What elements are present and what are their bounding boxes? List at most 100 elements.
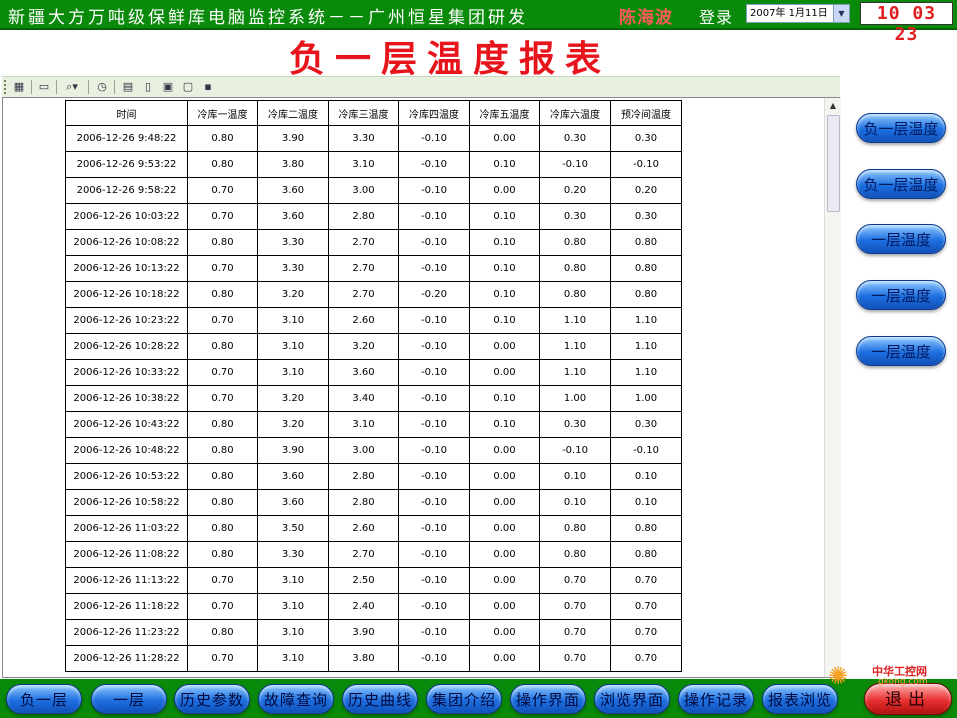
temperature-cell: 0.10 xyxy=(469,203,540,230)
temperature-cell: -0.10 xyxy=(398,307,470,334)
temperature-cell: -0.10 xyxy=(398,125,470,152)
temperature-cell: 3.10 xyxy=(328,411,399,438)
table-row: 2006-12-26 10:23:22 0.70 3.10 2.60 -0.10 0.10… xyxy=(65,307,682,334)
report-viewer[interactable]: 时间 冷库一温度 冷库二温度 冷库三温度 冷库四温度 冷库五温度 冷库六温度 预冷间温度 20… xyxy=(2,97,840,678)
chevron-down-icon[interactable]: ▼ xyxy=(833,5,849,22)
temperature-cell: 0.30 xyxy=(610,203,682,230)
timestamp-cell: 2006-12-26 10:48:22 xyxy=(65,437,188,464)
temperature-cell: 0.00 xyxy=(469,125,540,152)
temperature-cell: -0.10 xyxy=(398,151,470,178)
nav-button-fault-query[interactable]: 故障查询 xyxy=(258,684,334,714)
temperature-cell: 0.70 xyxy=(610,619,682,646)
nav-button-history-params[interactable]: 历史参数 xyxy=(174,684,250,714)
temperature-cell: -0.10 xyxy=(398,541,470,568)
temperature-cell: 0.00 xyxy=(469,515,540,542)
temperature-cell: 0.10 xyxy=(469,151,540,178)
grid-view-icon[interactable]: ▦ xyxy=(11,79,27,94)
temperature-cell: 3.10 xyxy=(257,307,329,334)
clock-display: 10 03 23 xyxy=(860,2,953,45)
zoom-icon[interactable]: ⌕▾ xyxy=(60,79,84,94)
temperature-cell: 0.70 xyxy=(187,385,258,412)
temperature-cell: 0.70 xyxy=(187,255,258,282)
temperature-cell: 3.90 xyxy=(257,125,329,152)
timestamp-cell: 2006-12-26 11:23:22 xyxy=(65,619,188,646)
page-setup-icon[interactable]: ▢ xyxy=(180,79,196,94)
date-picker[interactable]: 2007年 1月11日 ▼ xyxy=(746,4,850,23)
temperature-cell: 0.00 xyxy=(469,593,540,620)
toolbar-grip[interactable] xyxy=(4,80,9,94)
temperature-cell: 0.20 xyxy=(610,177,682,204)
temperature-cell: 0.80 xyxy=(539,229,611,256)
temperature-cell: -0.10 xyxy=(398,593,470,620)
temperature-cell: 0.80 xyxy=(539,541,611,568)
nav-button-group-intro[interactable]: 集团介绍 xyxy=(426,684,502,714)
preview-icon[interactable]: ▯ xyxy=(140,79,156,94)
temperature-cell: 3.20 xyxy=(257,411,329,438)
app-title: 新疆大方万吨级保鲜库电脑监控系统－－广州恒星集团研发 xyxy=(8,8,528,28)
temperature-cell: 2.80 xyxy=(328,463,399,490)
temperature-cell: 0.10 xyxy=(469,411,540,438)
side-button-f1-temp-1[interactable]: 一层温度 xyxy=(856,224,946,254)
temperature-cell: 3.30 xyxy=(257,229,329,256)
side-button-f1-temp-3[interactable]: 一层温度 xyxy=(856,336,946,366)
table-row: 2006-12-26 10:43:22 0.80 3.20 3.10 -0.10 0.10… xyxy=(65,411,682,438)
table-body: 2006-12-26 9:48:22 0.80 3.90 3.30 -0.10 0.00 0… xyxy=(65,125,682,672)
table-row: 2006-12-26 10:38:22 0.70 3.20 3.40 -0.10 0.10… xyxy=(65,385,682,412)
refresh-icon[interactable]: ◷ xyxy=(94,79,110,94)
temperature-cell: 0.00 xyxy=(469,177,540,204)
nav-button-history-curve[interactable]: 历史曲线 xyxy=(342,684,418,714)
report-toolbar: ▦ ▭ ⌕▾ ◷ ▤ ▯ ▣ ▢ ▪ xyxy=(2,76,840,98)
temperature-cell: 3.10 xyxy=(257,333,329,360)
print-icon[interactable]: ▣ xyxy=(160,79,176,94)
timestamp-cell: 2006-12-26 10:23:22 xyxy=(65,307,188,334)
nav-button-basement[interactable]: 负一层 xyxy=(6,684,82,714)
column-header: 冷库二温度 xyxy=(257,100,329,126)
temperature-cell: 0.00 xyxy=(469,489,540,516)
nav-button-operation[interactable]: 操作界面 xyxy=(510,684,586,714)
column-header: 预冷间温度 xyxy=(610,100,682,126)
scroll-up-icon[interactable]: ▲ xyxy=(825,98,841,114)
temperature-cell: 3.30 xyxy=(257,255,329,282)
scrollbar-thumb[interactable] xyxy=(827,115,840,212)
side-button-b1-temp-2[interactable]: 负一层温度 xyxy=(856,169,946,199)
temperature-cell: 1.10 xyxy=(539,307,611,334)
nav-button-report-browse[interactable]: 报表浏览 xyxy=(762,684,838,714)
table-row: 2006-12-26 10:58:22 0.80 3.60 2.80 -0.10 0.00… xyxy=(65,489,682,516)
temperature-cell: 0.70 xyxy=(539,619,611,646)
column-header: 冷库六温度 xyxy=(539,100,611,126)
temperature-cell: -0.10 xyxy=(398,385,470,412)
temperature-cell: 0.70 xyxy=(187,593,258,620)
nav-button-browse[interactable]: 浏览界面 xyxy=(594,684,670,714)
temperature-cell: 3.60 xyxy=(328,359,399,386)
temperature-cell: 0.30 xyxy=(610,125,682,152)
table-header-row: 时间 冷库一温度 冷库二温度 冷库三温度 冷库四温度 冷库五温度 冷库六温度 预冷间温度 xyxy=(65,100,682,126)
temperature-cell: -0.10 xyxy=(398,645,470,672)
temperature-cell: -0.10 xyxy=(398,177,470,204)
temperature-cell: 0.80 xyxy=(187,281,258,308)
side-button-b1-temp-1[interactable]: 负一层温度 xyxy=(856,113,946,143)
nav-button-first-floor[interactable]: 一层 xyxy=(91,684,167,714)
temperature-cell: 0.80 xyxy=(187,151,258,178)
export-icon[interactable]: ▤ xyxy=(120,79,136,94)
temperature-cell: 0.10 xyxy=(469,255,540,282)
temperature-cell: -0.10 xyxy=(539,437,611,464)
open-folder-icon[interactable]: ▭ xyxy=(36,79,52,94)
side-button-f1-temp-2[interactable]: 一层温度 xyxy=(856,280,946,310)
table-row: 2006-12-26 11:28:22 0.70 3.10 3.80 -0.10 0.00… xyxy=(65,645,682,672)
temperature-cell: -0.10 xyxy=(398,333,470,360)
vertical-scrollbar[interactable]: ▲ xyxy=(824,98,841,677)
temperature-cell: -0.10 xyxy=(539,151,611,178)
toolbar-divider xyxy=(88,80,89,94)
login-label[interactable]: 登录 xyxy=(699,4,733,28)
temperature-cell: 3.80 xyxy=(328,645,399,672)
temperature-cell: 2.60 xyxy=(328,515,399,542)
save-icon[interactable]: ▪ xyxy=(200,79,216,94)
timestamp-cell: 2006-12-26 10:18:22 xyxy=(65,281,188,308)
temperature-cell: 2.40 xyxy=(328,593,399,620)
timestamp-cell: 2006-12-26 10:13:22 xyxy=(65,255,188,282)
temperature-cell: 0.10 xyxy=(469,229,540,256)
toolbar-divider xyxy=(56,80,57,94)
timestamp-cell: 2006-12-26 9:53:22 xyxy=(65,151,188,178)
nav-button-op-log[interactable]: 操作记录 xyxy=(678,684,754,714)
temperature-cell: 3.10 xyxy=(257,567,329,594)
